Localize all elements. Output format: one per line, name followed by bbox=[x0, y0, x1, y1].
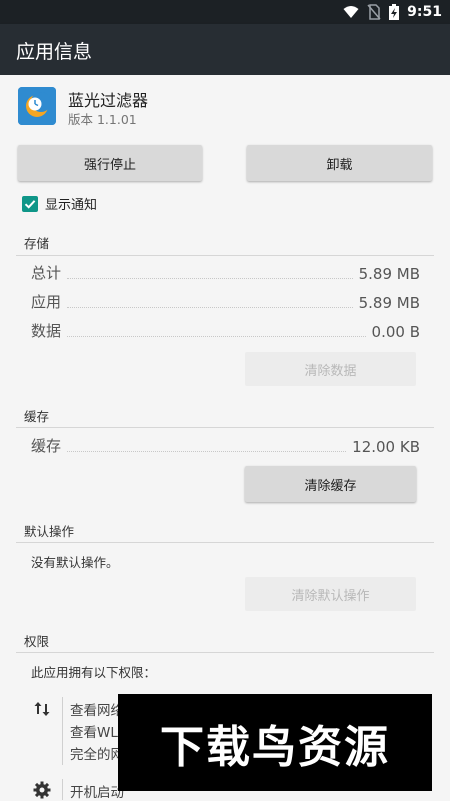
permission-item: 开机启动 bbox=[70, 785, 124, 801]
storage-total-row: 总计 5.89 MB bbox=[31, 263, 420, 283]
cache-row: 缓存 12.00 KB bbox=[31, 436, 420, 456]
app-info-content[interactable]: 蓝光过滤器 版本 1.1.01 强行停止 卸载 显示通知 存储 总计 5.89 … bbox=[0, 75, 450, 801]
blue-light-filter-app-icon bbox=[18, 87, 56, 125]
cache-label: 缓存 bbox=[31, 437, 62, 455]
defaults-section-header: 默认操作 bbox=[24, 524, 75, 539]
storage-app-row: 应用 5.89 MB bbox=[31, 292, 420, 312]
storage-app-label: 应用 bbox=[31, 293, 62, 311]
cache-value: 12.00 KB bbox=[352, 438, 420, 456]
show-notifications-row[interactable]: 显示通知 bbox=[22, 194, 97, 213]
app-version: 版本 1.1.01 bbox=[68, 112, 137, 127]
storage-data-row: 数据 0.00 B bbox=[31, 321, 420, 341]
battery-charging-icon bbox=[389, 4, 400, 20]
cache-section-header: 缓存 bbox=[24, 409, 50, 424]
force-stop-button[interactable]: 强行停止 bbox=[18, 145, 202, 181]
app-bar: 应用信息 bbox=[0, 24, 450, 75]
status-bar: 9:51 bbox=[0, 0, 450, 24]
cache-divider bbox=[16, 427, 434, 428]
dotted-leader bbox=[67, 307, 353, 308]
permission-item: 查看网络 bbox=[70, 703, 124, 719]
watermark-logo: 下载鸟资源 bbox=[118, 694, 432, 791]
dotted-leader bbox=[67, 278, 353, 279]
app-name: 蓝光过滤器 bbox=[68, 91, 149, 110]
dotted-leader bbox=[67, 336, 366, 337]
gear-icon bbox=[33, 781, 51, 799]
permissions-intro: 此应用拥有以下权限： bbox=[31, 665, 157, 680]
app-header: 蓝光过滤器 版本 1.1.01 bbox=[18, 87, 148, 127]
storage-data-value: 0.00 B bbox=[371, 323, 420, 341]
permissions-section-header: 权限 bbox=[24, 634, 50, 649]
defaults-text: 没有默认操作。 bbox=[31, 555, 119, 570]
permission-group-bar bbox=[62, 779, 63, 800]
permission-item: 查看WL bbox=[70, 725, 118, 741]
network-arrows-icon bbox=[34, 702, 50, 716]
status-time: 9:51 bbox=[407, 4, 442, 20]
storage-total-label: 总计 bbox=[31, 264, 62, 282]
defaults-divider bbox=[16, 542, 434, 543]
permission-group-bar bbox=[62, 697, 63, 765]
permissions-divider bbox=[16, 652, 434, 653]
permission-item: 完全的网 bbox=[70, 747, 124, 763]
dotted-leader bbox=[67, 451, 347, 452]
show-notifications-label: 显示通知 bbox=[45, 198, 98, 213]
show-notifications-checkbox[interactable] bbox=[22, 195, 38, 212]
check-icon bbox=[24, 199, 36, 209]
status-icons: 9:51 bbox=[343, 2, 442, 22]
page-title: 应用信息 bbox=[16, 41, 93, 63]
no-sim-icon bbox=[367, 4, 381, 20]
wifi-icon bbox=[343, 6, 359, 18]
storage-section-header: 存储 bbox=[24, 236, 50, 251]
storage-data-label: 数据 bbox=[31, 322, 62, 340]
storage-divider bbox=[16, 255, 434, 256]
clear-defaults-button[interactable]: 清除默认操作 bbox=[245, 577, 416, 611]
clear-data-button[interactable]: 清除数据 bbox=[245, 352, 416, 386]
clear-cache-button[interactable]: 清除缓存 bbox=[245, 466, 416, 502]
storage-app-value: 5.89 MB bbox=[358, 294, 420, 312]
uninstall-button[interactable]: 卸载 bbox=[247, 145, 432, 181]
storage-total-value: 5.89 MB bbox=[358, 265, 420, 283]
